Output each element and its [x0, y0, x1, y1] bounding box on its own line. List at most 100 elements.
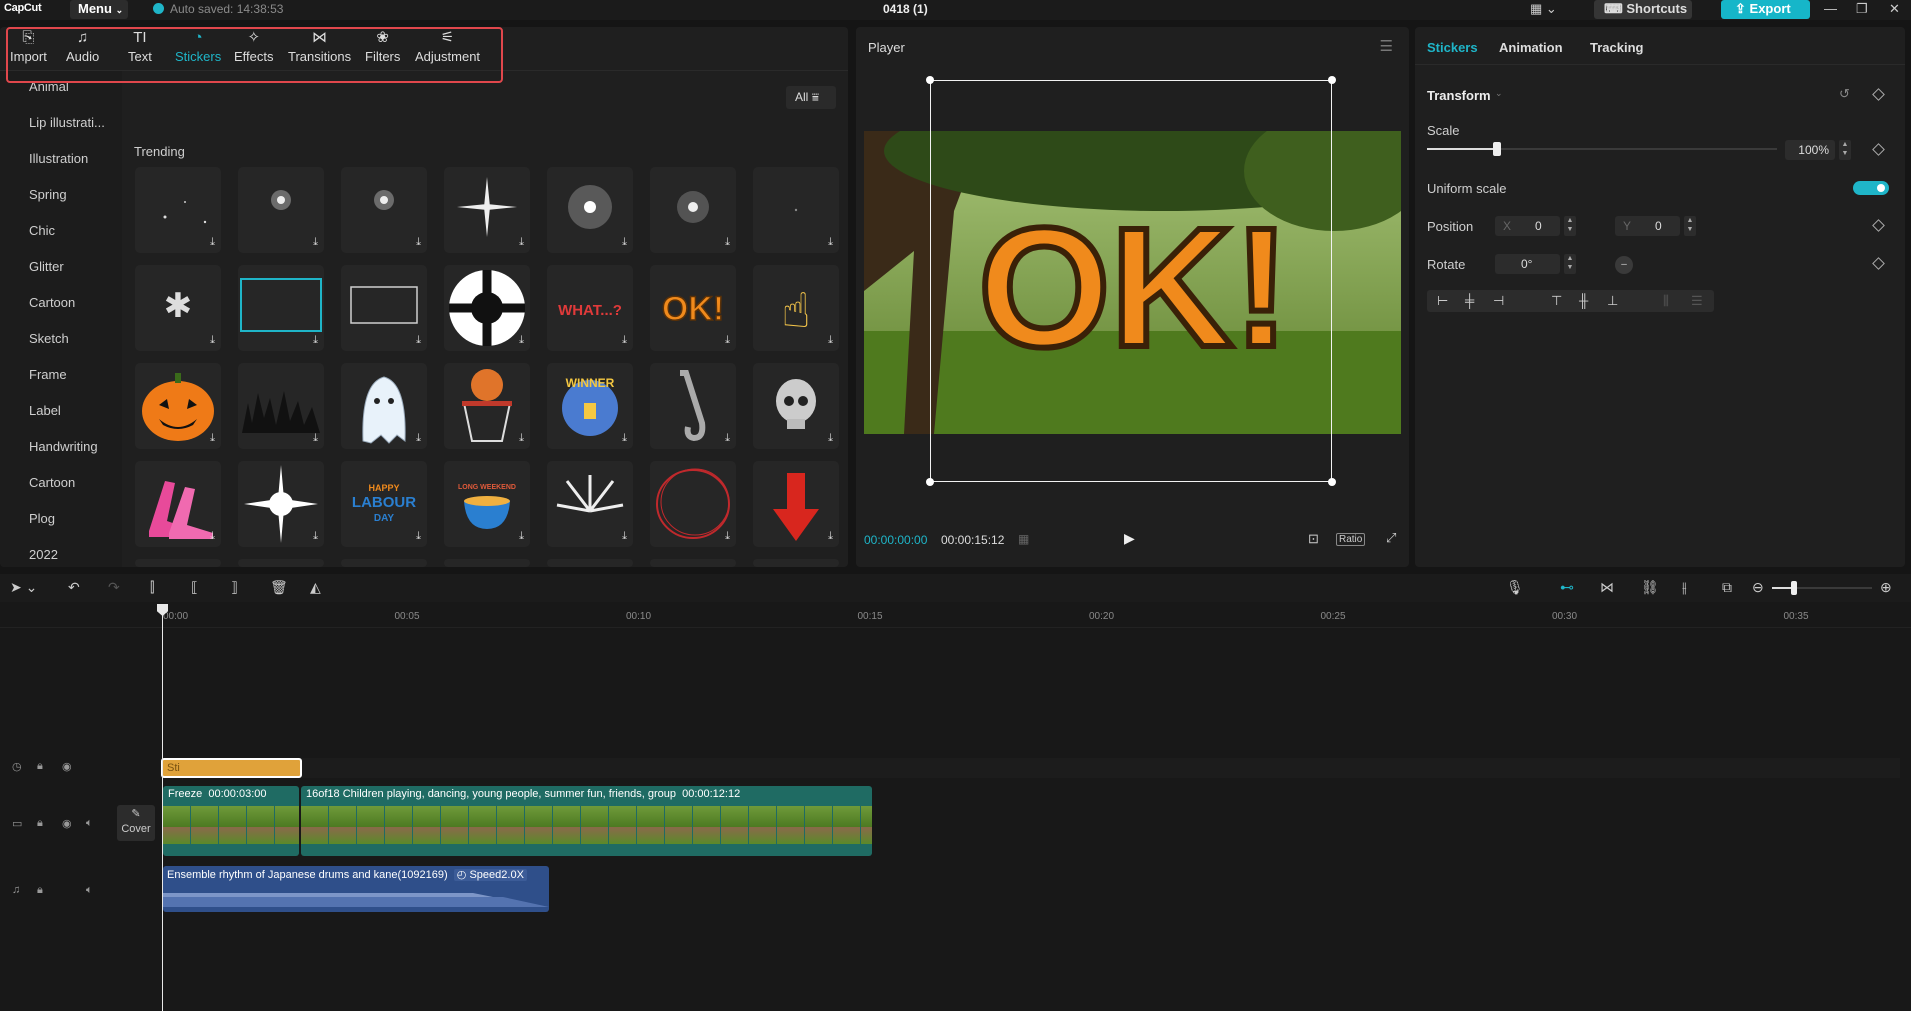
- align-center-h-icon[interactable]: ╪: [1465, 293, 1474, 308]
- selection-box[interactable]: [926, 76, 1336, 486]
- download-icon[interactable]: ⤓: [519, 236, 524, 249]
- download-icon[interactable]: ⤓: [416, 432, 421, 445]
- trim-right-icon[interactable]: ⟧: [231, 579, 238, 596]
- distribute-v-icon[interactable]: ☰: [1691, 293, 1703, 309]
- download-icon[interactable]: ⤓: [313, 236, 318, 249]
- category-item[interactable]: Handwriting: [29, 439, 98, 454]
- long-weekend-sticker[interactable]: LONG WEEKEND ⤓: [444, 461, 530, 547]
- tab-animation[interactable]: Animation: [1499, 40, 1563, 55]
- zoom-slider-handle[interactable]: [1791, 581, 1797, 595]
- layout-icon[interactable]: ▦ ⌄: [1530, 1, 1557, 17]
- download-icon[interactable]: ⤓: [313, 334, 318, 347]
- download-icon[interactable]: ⤓: [725, 236, 730, 249]
- sticker-clip[interactable]: Sti: [161, 758, 302, 778]
- speaker-icon[interactable]: 🔈︎: [86, 817, 93, 830]
- resize-handle[interactable]: [926, 76, 934, 84]
- tool-adjustment[interactable]: ⚟ Adjustment: [415, 29, 480, 64]
- download-icon[interactable]: ⤓: [416, 334, 421, 347]
- sticker-tile[interactable]: [238, 559, 324, 567]
- microphone-icon[interactable]: 🎙: [1506, 579, 1524, 596]
- tool-effects[interactable]: ✧ Effects: [234, 29, 274, 64]
- download-icon[interactable]: ⤓: [210, 334, 215, 347]
- scale-input[interactable]: 100%: [1785, 140, 1835, 160]
- reset-icon[interactable]: ↺: [1839, 86, 1850, 102]
- snowflake-sticker[interactable]: ✱ ⤓: [135, 265, 221, 351]
- freeze-clip[interactable]: Freeze 00:00:03:00: [163, 786, 299, 856]
- redo-icon[interactable]: ↷: [108, 579, 120, 596]
- what-text-sticker[interactable]: WHAT...? ⤓: [547, 265, 633, 351]
- sticker-tile[interactable]: [650, 559, 736, 567]
- menu-button[interactable]: Menu ⌄: [70, 0, 128, 19]
- rotate-input[interactable]: 0°: [1495, 254, 1560, 274]
- red-arrow-sticker[interactable]: ⤓: [753, 461, 839, 547]
- download-icon[interactable]: ⤓: [519, 530, 524, 543]
- category-item[interactable]: Lip illustrati...: [29, 115, 105, 130]
- sticker-tile[interactable]: [135, 559, 221, 567]
- basketball-sticker[interactable]: ⤓: [444, 363, 530, 449]
- select-tool-icon[interactable]: ➤ ⌄: [10, 579, 37, 596]
- resize-handle[interactable]: [926, 478, 934, 486]
- rotate-stepper[interactable]: ▲ ▼: [1564, 254, 1576, 274]
- glow-sticker[interactable]: ⤓: [650, 167, 736, 253]
- skull-sticker[interactable]: ⤓: [753, 363, 839, 449]
- category-item[interactable]: Chic: [29, 223, 55, 238]
- category-item[interactable]: Cartoon: [29, 475, 75, 490]
- video-clip[interactable]: 16of18 Children playing, dancing, young …: [301, 786, 872, 856]
- starburst-sticker[interactable]: ⤓: [341, 167, 427, 253]
- category-item[interactable]: Label: [29, 403, 61, 418]
- align-center-v-icon[interactable]: ╫: [1579, 293, 1588, 308]
- rotate-dial[interactable]: –: [1615, 256, 1633, 274]
- zoom-out-icon[interactable]: ⊖: [1752, 579, 1764, 596]
- category-item[interactable]: Plog: [29, 511, 55, 526]
- align-top-icon[interactable]: ⊤: [1551, 293, 1562, 309]
- frame-sticker[interactable]: ⤓: [341, 265, 427, 351]
- category-item[interactable]: Spring: [29, 187, 67, 202]
- ball-sticker[interactable]: ⤓: [444, 265, 530, 351]
- split-icon[interactable]: ⫿: [150, 579, 154, 596]
- align-bottom-icon[interactable]: ⊥: [1607, 293, 1618, 309]
- download-icon[interactable]: ⤓: [828, 432, 833, 445]
- category-item[interactable]: 2022: [29, 547, 58, 562]
- download-icon[interactable]: ⤓: [416, 530, 421, 543]
- category-item[interactable]: Animal: [29, 79, 69, 94]
- delete-icon[interactable]: 🗑: [270, 579, 288, 596]
- sparkle-sticker[interactable]: ⤓: [238, 461, 324, 547]
- main-track-magnet-icon[interactable]: ⊷: [1560, 579, 1574, 596]
- tool-stickers[interactable]: ◔ Stickers: [175, 29, 221, 64]
- labour-day-sticker[interactable]: HAPPY LABOUR DAY ⤓: [341, 461, 427, 547]
- starburst-sticker[interactable]: ⤓: [238, 167, 324, 253]
- sparkles-sticker[interactable]: ⤓: [135, 167, 221, 253]
- sticker-tile[interactable]: [444, 559, 530, 567]
- keyframe-icon[interactable]: [1872, 143, 1885, 156]
- download-icon[interactable]: ⤓: [622, 432, 627, 445]
- export-button[interactable]: ⇪ Export: [1721, 0, 1810, 19]
- tool-transitions[interactable]: ⋈ Transitions: [288, 29, 351, 64]
- download-icon[interactable]: ⤓: [725, 530, 730, 543]
- tool-text[interactable]: TI Text: [128, 29, 152, 64]
- scale-slider-handle[interactable]: [1493, 142, 1501, 156]
- sticker-tile[interactable]: [547, 559, 633, 567]
- undo-icon[interactable]: ↶: [68, 579, 80, 596]
- chevron-down-icon[interactable]: ⌄: [1495, 88, 1503, 99]
- dot-sticker[interactable]: ⤓: [753, 167, 839, 253]
- ratio-button[interactable]: Ratio: [1336, 533, 1366, 546]
- download-icon[interactable]: ⤓: [622, 334, 627, 347]
- restore-icon[interactable]: ❐: [1856, 1, 1868, 17]
- frame-sticker[interactable]: ⤓: [238, 265, 324, 351]
- download-icon[interactable]: ⤓: [210, 530, 215, 543]
- snap-icon[interactable]: ⋈: [1600, 579, 1614, 596]
- fullscreen-icon[interactable]: ⤢: [1386, 530, 1396, 546]
- scale-stepper[interactable]: ▲ ▼: [1839, 140, 1851, 160]
- fit-icon[interactable]: ⊡: [1308, 531, 1319, 547]
- uniform-scale-toggle[interactable]: [1853, 181, 1889, 195]
- caption-icon[interactable]: ⧉: [1722, 579, 1732, 596]
- lock-icon[interactable]: 🔒︎: [37, 817, 43, 830]
- download-icon[interactable]: ⤓: [622, 236, 627, 249]
- link-icon[interactable]: ⛓: [1641, 579, 1659, 596]
- tab-stickers[interactable]: Stickers: [1427, 40, 1478, 55]
- lock-icon[interactable]: 🔒︎: [37, 884, 43, 897]
- zombie-hands-sticker[interactable]: ⤓: [238, 363, 324, 449]
- minimize-icon[interactable]: —: [1824, 1, 1837, 16]
- align-right-icon[interactable]: ⊣: [1493, 293, 1504, 309]
- glow-flare-sticker[interactable]: ⤓: [547, 167, 633, 253]
